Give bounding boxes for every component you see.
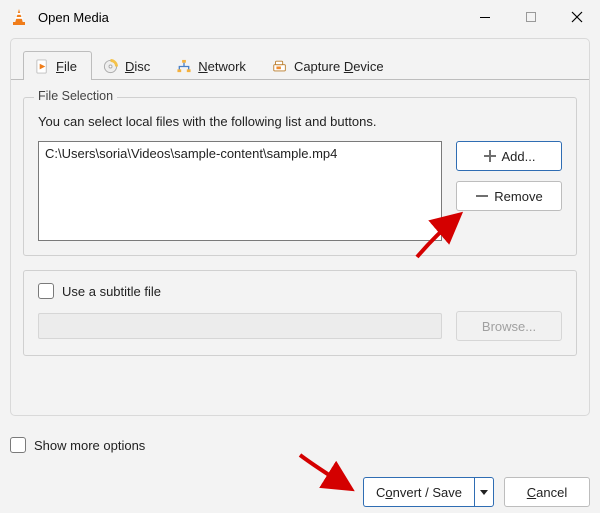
- convert-save-button[interactable]: Convert / Save: [363, 477, 474, 507]
- file-icon: [34, 58, 50, 74]
- convert-save-dropdown[interactable]: [474, 477, 494, 507]
- group-title: File Selection: [34, 89, 117, 103]
- button-label: Convert / Save: [376, 485, 462, 500]
- tab-network[interactable]: Network: [165, 51, 261, 80]
- file-selection-hint: You can select local files with the foll…: [38, 114, 562, 129]
- chevron-down-icon: [479, 487, 489, 497]
- minus-icon: [475, 189, 489, 203]
- tab-label: Capture Device: [294, 59, 384, 74]
- show-more-options-checkbox[interactable]: [10, 437, 26, 453]
- subtitle-group: Use a subtitle file Browse...: [23, 270, 577, 356]
- subtitle-path-field: [38, 313, 442, 339]
- file-list[interactable]: C:\Users\soria\Videos\sample-content\sam…: [38, 141, 442, 241]
- cancel-button[interactable]: Cancel: [504, 477, 590, 507]
- plus-icon: [483, 149, 497, 163]
- add-button[interactable]: Add...: [456, 141, 562, 171]
- tab-file[interactable]: File: [23, 51, 92, 80]
- tab-label: Network: [198, 59, 246, 74]
- main-panel: File Disc Network: [10, 38, 590, 416]
- disc-icon: [103, 58, 119, 74]
- tab-disc[interactable]: Disc: [92, 51, 165, 80]
- button-label: Cancel: [527, 485, 567, 500]
- remove-button[interactable]: Remove: [456, 181, 562, 211]
- title-bar: Open Media: [0, 0, 600, 34]
- show-more-options-label: Show more options: [34, 438, 145, 453]
- maximize-button[interactable]: [508, 0, 554, 34]
- window-title: Open Media: [38, 10, 109, 25]
- tab-label: File: [56, 59, 77, 74]
- minimize-button[interactable]: [462, 0, 508, 34]
- annotation-arrow: [294, 449, 358, 499]
- tab-capture-device[interactable]: Capture Device: [261, 51, 399, 80]
- file-list-item[interactable]: C:\Users\soria\Videos\sample-content\sam…: [45, 146, 435, 161]
- capture-icon: [272, 58, 288, 74]
- browse-button: Browse...: [456, 311, 562, 341]
- close-button[interactable]: [554, 0, 600, 34]
- tab-bar: File Disc Network: [23, 49, 577, 79]
- button-label: Add...: [502, 149, 536, 164]
- subtitle-checkbox-label: Use a subtitle file: [62, 284, 161, 299]
- button-label: Browse...: [482, 319, 536, 334]
- subtitle-checkbox[interactable]: [38, 283, 54, 299]
- button-label: Remove: [494, 189, 542, 204]
- bottom-bar: Show more options Convert / Save Cancel: [10, 437, 590, 507]
- window-controls: [462, 0, 600, 34]
- vlc-cone-icon: [10, 8, 28, 26]
- file-selection-group: File Selection You can select local file…: [23, 97, 577, 256]
- convert-save-split-button[interactable]: Convert / Save: [363, 477, 494, 507]
- tab-label: Disc: [125, 59, 150, 74]
- network-icon: [176, 58, 192, 74]
